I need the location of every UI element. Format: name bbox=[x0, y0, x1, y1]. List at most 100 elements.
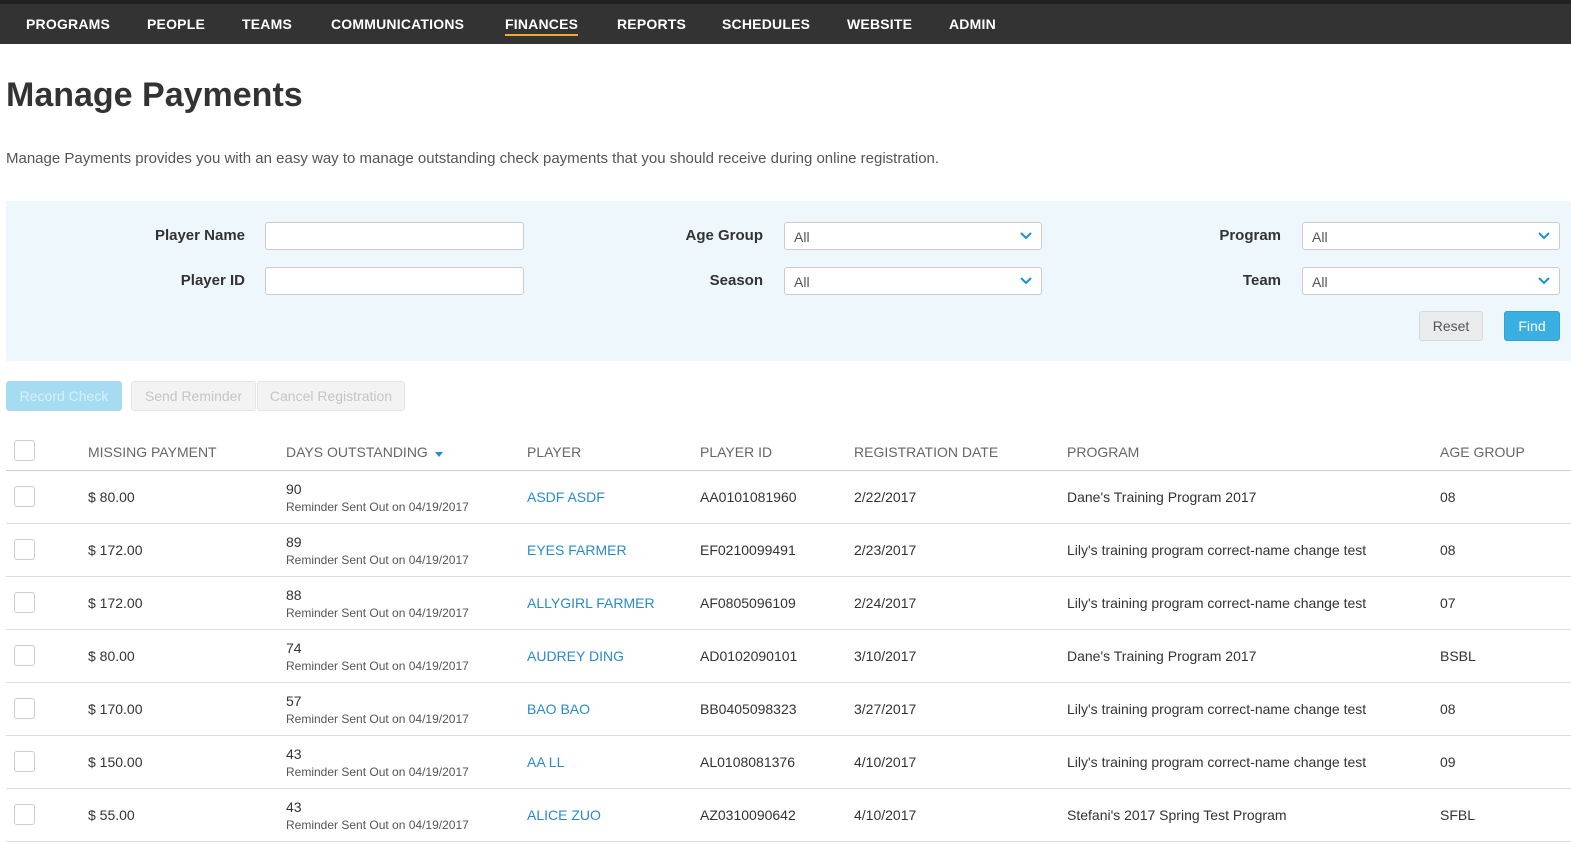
cell-player-id: AD0102090101 bbox=[700, 648, 798, 664]
row-divider bbox=[6, 735, 1571, 736]
header-days-outstanding-label: DAYS OUTSTANDING bbox=[286, 444, 428, 460]
header-program[interactable]: PROGRAM bbox=[1067, 444, 1139, 460]
row-checkbox[interactable] bbox=[14, 751, 35, 772]
age-group-select[interactable]: All bbox=[784, 222, 1042, 250]
cell-program: Lily's training program correct-name cha… bbox=[1067, 701, 1367, 717]
chevron-down-icon bbox=[1538, 277, 1550, 285]
program-select-value: All bbox=[1312, 229, 1328, 245]
row-divider bbox=[6, 629, 1571, 630]
row-checkbox[interactable] bbox=[14, 592, 35, 613]
cell-registration-date: 2/22/2017 bbox=[854, 489, 917, 505]
send-reminder-button[interactable]: Send Reminder bbox=[131, 381, 256, 411]
cell-program: Lily's training program correct-name cha… bbox=[1067, 595, 1367, 611]
cell-age-group: BSBL bbox=[1440, 648, 1476, 664]
cell-player-link[interactable]: ALICE ZUO bbox=[527, 807, 601, 823]
row-checkbox[interactable] bbox=[14, 804, 35, 825]
row-divider bbox=[6, 682, 1571, 683]
nav-item-communications[interactable]: COMMUNICATIONS bbox=[331, 16, 464, 32]
cell-age-group: 08 bbox=[1440, 489, 1456, 505]
cell-registration-date: 3/10/2017 bbox=[854, 648, 917, 664]
cell-player-link[interactable]: EYES FARMER bbox=[527, 542, 627, 558]
cell-player-link[interactable]: AA LL bbox=[527, 754, 564, 770]
season-select-value: All bbox=[794, 274, 810, 290]
nav-item-schedules[interactable]: SCHEDULES bbox=[722, 16, 810, 32]
player-name-label: Player Name bbox=[154, 227, 245, 244]
sort-descending-icon bbox=[434, 452, 443, 457]
header-player-id[interactable]: PLAYER ID bbox=[700, 444, 772, 460]
cell-player-id: AA0101081960 bbox=[700, 489, 797, 505]
page-title: Manage Payments bbox=[6, 76, 303, 114]
nav-item-programs[interactable]: PROGRAMS bbox=[26, 16, 110, 32]
cancel-registration-button[interactable]: Cancel Registration bbox=[257, 381, 405, 411]
cell-registration-date: 4/10/2017 bbox=[854, 807, 917, 823]
row-checkbox[interactable] bbox=[14, 645, 35, 666]
team-label: Team bbox=[1242, 272, 1281, 289]
cell-registration-date: 4/10/2017 bbox=[854, 754, 917, 770]
cell-program: Stefani's 2017 Spring Test Program bbox=[1067, 807, 1287, 823]
nav-item-teams[interactable]: TEAMS bbox=[242, 16, 292, 32]
cell-program: Dane's Training Program 2017 bbox=[1067, 648, 1257, 664]
cell-age-group: 09 bbox=[1440, 754, 1456, 770]
cell-registration-date: 2/24/2017 bbox=[854, 595, 917, 611]
cell-reminder-note: Reminder Sent Out on 04/19/2017 bbox=[286, 765, 469, 779]
chevron-down-icon bbox=[1020, 232, 1032, 240]
cell-player-link[interactable]: ASDF ASDF bbox=[527, 489, 605, 505]
nav-item-website[interactable]: WEBSITE bbox=[847, 16, 912, 32]
cell-missing-payment: $ 172.00 bbox=[88, 595, 143, 611]
cell-program: Lily's training program correct-name cha… bbox=[1067, 542, 1367, 558]
header-days-outstanding[interactable]: DAYS OUTSTANDING bbox=[286, 444, 444, 460]
nav-item-people[interactable]: PEOPLE bbox=[147, 16, 205, 32]
cell-days-outstanding: 74 bbox=[286, 640, 302, 656]
cell-missing-payment: $ 55.00 bbox=[88, 807, 135, 823]
cell-age-group: SFBL bbox=[1440, 807, 1476, 823]
cell-missing-payment: $ 172.00 bbox=[88, 542, 143, 558]
player-name-input[interactable] bbox=[265, 222, 524, 250]
nav-item-finances[interactable]: FINANCES bbox=[505, 16, 579, 36]
cell-days-outstanding: 57 bbox=[286, 693, 302, 709]
cell-age-group: 07 bbox=[1440, 595, 1456, 611]
program-select[interactable]: All bbox=[1302, 222, 1560, 250]
row-divider bbox=[6, 576, 1571, 577]
header-missing-payment[interactable]: MISSING PAYMENT bbox=[88, 444, 217, 460]
cell-reminder-note: Reminder Sent Out on 04/19/2017 bbox=[286, 500, 469, 514]
age-group-select-value: All bbox=[794, 229, 810, 245]
team-select[interactable]: All bbox=[1302, 267, 1560, 295]
cell-registration-date: 2/23/2017 bbox=[854, 542, 917, 558]
row-checkbox[interactable] bbox=[14, 698, 35, 719]
chevron-down-icon bbox=[1538, 232, 1550, 240]
chevron-down-icon bbox=[1020, 277, 1032, 285]
cell-reminder-note: Reminder Sent Out on 04/19/2017 bbox=[286, 659, 469, 673]
row-checkbox[interactable] bbox=[14, 486, 35, 507]
header-age-group[interactable]: AGE GROUP bbox=[1440, 444, 1525, 460]
cell-player-id: EF0210099491 bbox=[700, 542, 796, 558]
player-id-input[interactable] bbox=[265, 267, 524, 295]
nav-item-reports[interactable]: REPORTS bbox=[617, 16, 686, 32]
select-all-checkbox[interactable] bbox=[14, 440, 35, 461]
row-divider bbox=[6, 788, 1571, 789]
row-checkbox[interactable] bbox=[14, 539, 35, 560]
top-nav-bar: PROGRAMS PEOPLE TEAMS COMMUNICATIONS FIN… bbox=[0, 0, 1571, 44]
program-label: Program bbox=[1219, 227, 1281, 244]
cell-registration-date: 3/27/2017 bbox=[854, 701, 917, 717]
cell-reminder-note: Reminder Sent Out on 04/19/2017 bbox=[286, 606, 469, 620]
cell-missing-payment: $ 150.00 bbox=[88, 754, 143, 770]
cell-days-outstanding: 43 bbox=[286, 799, 302, 815]
header-registration-date[interactable]: REGISTRATION DATE bbox=[854, 444, 998, 460]
cell-days-outstanding: 89 bbox=[286, 534, 302, 550]
nav-item-admin[interactable]: ADMIN bbox=[949, 16, 996, 32]
header-player[interactable]: PLAYER bbox=[527, 444, 581, 460]
cell-player-link[interactable]: BAO BAO bbox=[527, 701, 590, 717]
cell-player-link[interactable]: AUDREY DING bbox=[527, 648, 624, 664]
season-select[interactable]: All bbox=[784, 267, 1042, 295]
cell-reminder-note: Reminder Sent Out on 04/19/2017 bbox=[286, 712, 469, 726]
find-button[interactable]: Find bbox=[1504, 311, 1560, 341]
reset-button[interactable]: Reset bbox=[1419, 311, 1483, 341]
cell-days-outstanding: 43 bbox=[286, 746, 302, 762]
cell-reminder-note: Reminder Sent Out on 04/19/2017 bbox=[286, 553, 469, 567]
cell-player-link[interactable]: ALLYGIRL FARMER bbox=[527, 595, 655, 611]
record-check-button[interactable]: Record Check bbox=[6, 381, 122, 411]
cell-days-outstanding: 88 bbox=[286, 587, 302, 603]
cell-player-id: AL0108081376 bbox=[700, 754, 795, 770]
season-label: Season bbox=[709, 272, 763, 289]
cell-reminder-note: Reminder Sent Out on 04/19/2017 bbox=[286, 818, 469, 832]
